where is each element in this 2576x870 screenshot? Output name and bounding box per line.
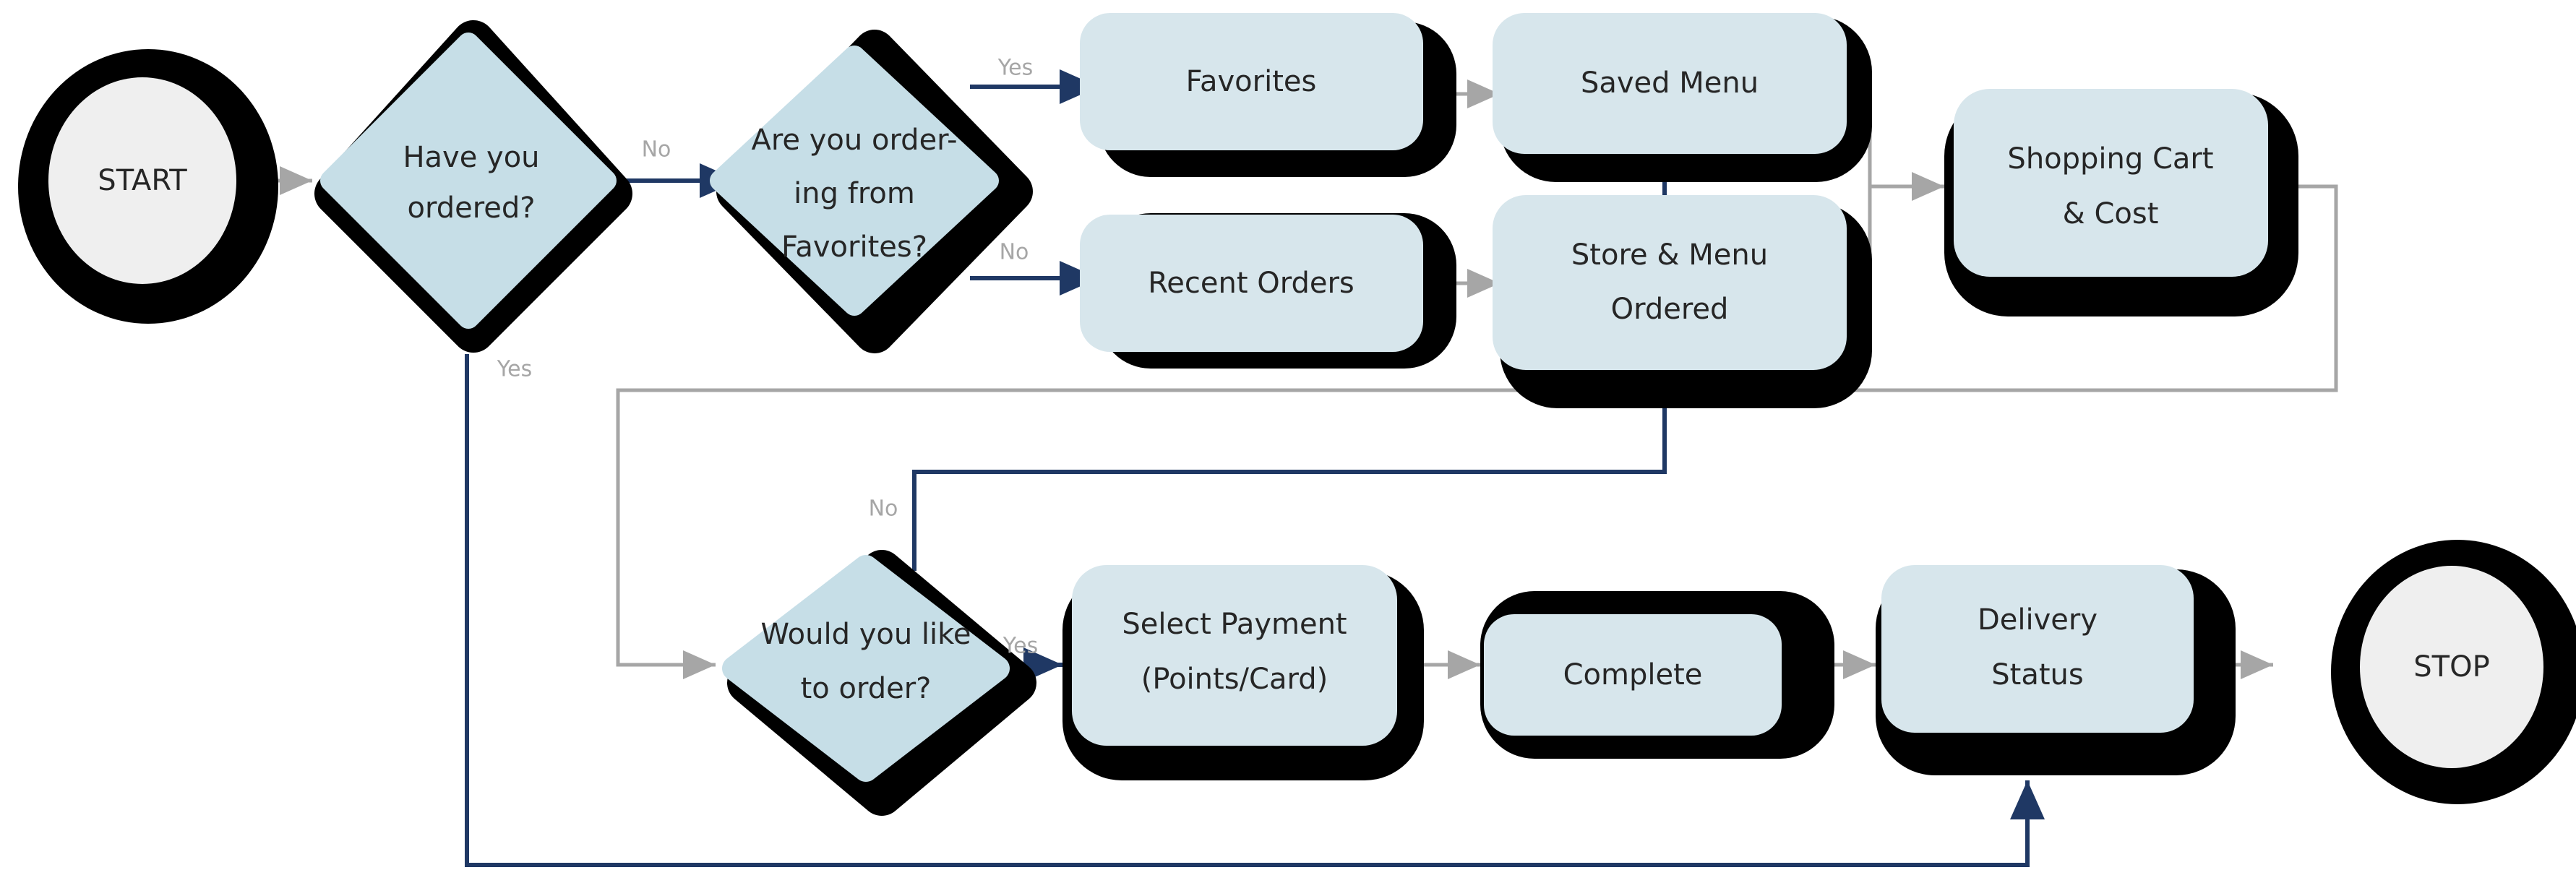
favorites-label: Favorites [1186,65,1317,98]
shopping-cart-label-line2: & Cost [2063,197,2159,231]
start-label: START [98,164,187,197]
flowchart-svg: START Have you ordered? Are you order- i… [18,13,2576,867]
delivery-status-label-line2: Status [1991,658,2083,692]
edge-label-have-ordered-no: No [642,137,671,163]
node-shopping-cart-cost[interactable]: Shopping Cart & Cost [1954,89,2268,277]
complete-label: Complete [1563,658,1703,692]
flowchart-canvas: START Have you ordered? Are you order- i… [0,0,2576,870]
delivery-status-box [1881,565,2194,733]
order-decision-label-line1: Would you like [760,618,971,651]
select-payment-label-line2: (Points/Card) [1141,663,1328,696]
edge-label-order-no: No [869,496,898,522]
node-favorites[interactable]: Favorites [1080,13,1423,150]
select-payment-box [1072,565,1397,746]
edge-label-order-yes: Yes [1003,634,1038,659]
have-ordered-label-line2: ordered? [407,191,535,225]
saved-menu-label: Saved Menu [1581,66,1759,100]
node-start[interactable]: START [48,77,236,284]
store-menu-label-line1: Store & Menu [1571,238,1768,272]
recent-orders-label: Recent Orders [1148,267,1354,300]
node-recent-orders[interactable]: Recent Orders [1080,215,1423,352]
node-saved-menu[interactable]: Saved Menu [1493,13,1847,154]
select-payment-label-line1: Select Payment [1122,608,1347,641]
shopping-cart-box [1954,89,2268,277]
shopping-cart-label-line1: Shopping Cart [2007,142,2213,176]
have-ordered-diamond [320,33,617,329]
favorites-decision-label-line2: ing from [794,177,915,210]
delivery-status-label-line1: Delivery [1978,603,2098,637]
have-ordered-label-line1: Have you [403,141,539,174]
node-complete[interactable]: Complete [1484,614,1782,736]
order-decision-label-line2: to order? [801,672,932,705]
node-have-you-ordered[interactable]: Have you ordered? [320,33,617,329]
stop-label: STOP [2413,650,2489,684]
edge-label-favorites-yes: Yes [997,56,1033,81]
edge-label-have-ordered-yes: Yes [497,357,532,382]
store-menu-label-line2: Ordered [1611,293,1729,326]
node-stop[interactable]: STOP [2360,566,2543,768]
favorites-decision-label-line3: Favorites? [781,231,927,264]
node-select-payment[interactable]: Select Payment (Points/Card) [1072,565,1397,746]
edge-label-favorites-no: No [1000,240,1029,265]
favorites-decision-label-line1: Are you order- [752,124,958,157]
node-delivery-status[interactable]: Delivery Status [1881,565,2194,733]
store-menu-box [1493,195,1847,370]
node-store-menu-ordered[interactable]: Store & Menu Ordered [1493,195,1847,370]
